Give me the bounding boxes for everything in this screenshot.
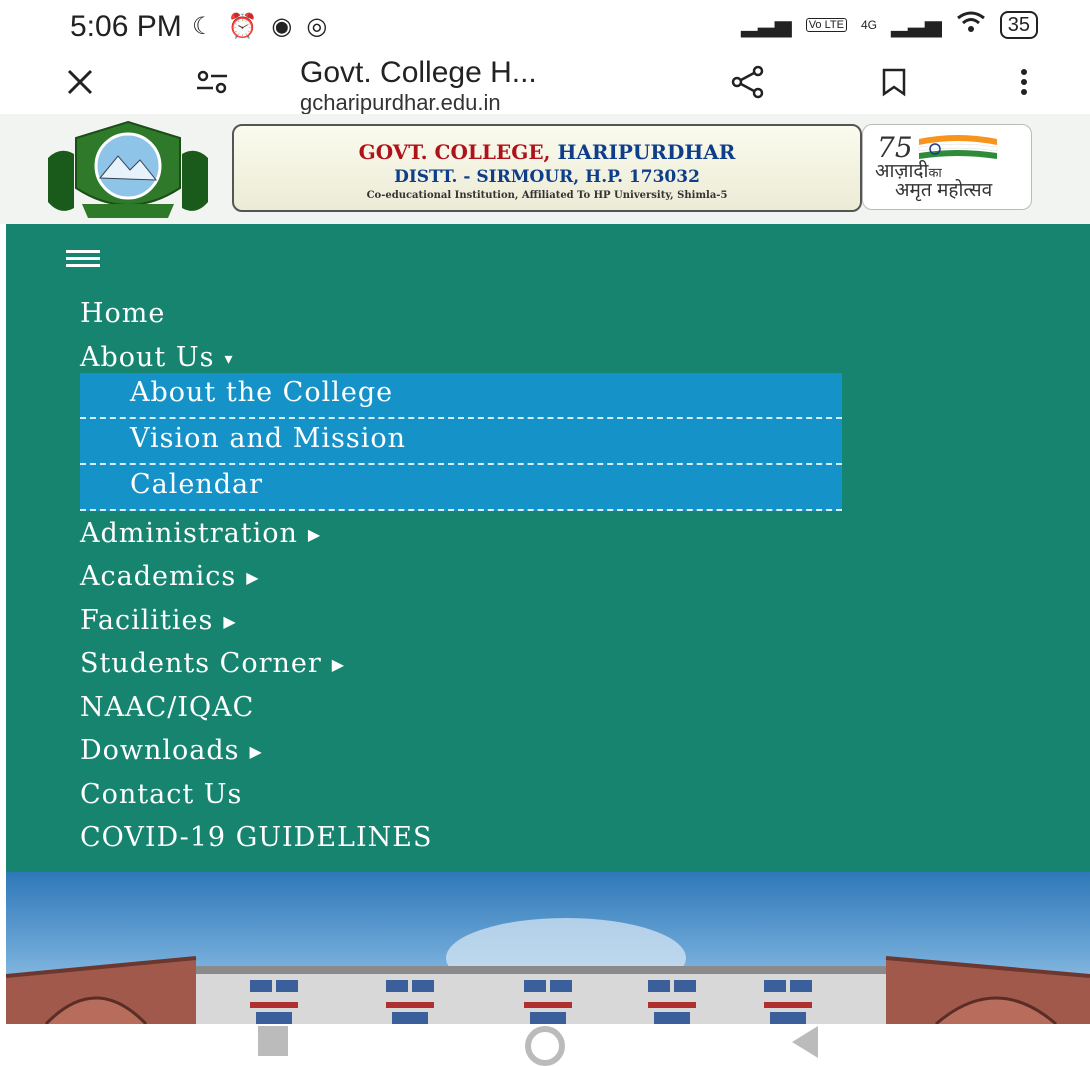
site-header: GOVT. COLLEGE, HARIPURDHAR DISTT. - SIRM…	[0, 114, 1090, 224]
nav-item-label: Facilities	[80, 605, 214, 636]
caret-down-icon: ▾	[224, 349, 234, 368]
caret-right-icon: ▶	[307, 525, 322, 544]
nav-item-covid-19-guidelines[interactable]: COVID-19 GUIDELINES	[80, 822, 432, 853]
nav-item-administration[interactable]: Administration ▶	[80, 518, 321, 549]
nav-item-label: Contact Us	[80, 779, 243, 810]
bookmark-icon[interactable]	[868, 56, 920, 108]
browser-toolbar: Govt. College H... gcharipurdhar.edu.in	[0, 52, 1090, 116]
android-navigation-bar	[0, 1024, 1090, 1066]
azadi-ka-amrit-mahotsav-logo: 75 आज़ादीका अमृत महोत्सव	[862, 124, 1032, 210]
volte-icon: Vo LTE	[805, 18, 847, 32]
caret-right-icon: ▶	[249, 742, 263, 761]
nav-item-students-corner[interactable]: Students Corner ▶	[80, 648, 345, 679]
notification-icon: ◉	[271, 13, 307, 40]
submenu-item-about-the-college[interactable]: About the College	[80, 373, 842, 419]
nav-item-academics[interactable]: Academics ▶	[80, 561, 260, 592]
signal-icon: ▂▃▅	[740, 12, 792, 37]
college-logo[interactable]	[30, 118, 226, 222]
nav-item-label: Academics	[80, 561, 237, 592]
share-icon[interactable]	[722, 56, 774, 108]
college-district: DISTT. - SIRMOUR, H.P. 173032	[394, 167, 700, 187]
college-affiliation: Co-educational Institution, Affiliated T…	[366, 190, 728, 201]
nav-item-facilities[interactable]: Facilities ▶	[80, 605, 237, 636]
back-button[interactable]	[792, 1026, 818, 1058]
home-button[interactable]	[525, 1026, 565, 1066]
nav-item-label: NAAC/IQAC	[80, 692, 255, 723]
page-title[interactable]: Govt. College H...	[300, 56, 537, 90]
chrome-icon: ◎	[306, 13, 342, 40]
nav-item-downloads[interactable]: Downloads ▶	[80, 735, 263, 766]
nav-item-label: Home	[80, 298, 166, 329]
college-building-photo	[6, 872, 1090, 1024]
alarm-icon: ⏰	[227, 13, 272, 40]
college-name: GOVT. COLLEGE, HARIPURDHAR	[234, 140, 860, 164]
moon-icon: ☾	[192, 13, 228, 40]
submenu-item-vision-and-mission[interactable]: Vision and Mission	[80, 419, 842, 465]
more-icon[interactable]	[998, 56, 1050, 108]
azadi-line-1: आज़ादी	[875, 161, 929, 182]
nav-item-label: About Us	[80, 342, 215, 373]
nav-item-label: Administration	[80, 518, 298, 549]
azadi-number: 75	[877, 131, 913, 163]
network-type: 4G	[860, 18, 877, 32]
hamburger-menu-icon[interactable]	[66, 250, 100, 267]
close-icon[interactable]	[54, 56, 106, 108]
nav-item-label: Students Corner	[80, 648, 322, 679]
caret-right-icon: ▶	[246, 568, 260, 587]
status-time: 5:06 PM	[70, 10, 182, 43]
status-notification-icons: ☾⏰◉◎	[192, 12, 341, 41]
page-url[interactable]: gcharipurdhar.edu.in	[300, 90, 501, 116]
nav-item-contact-us[interactable]: Contact Us	[80, 779, 242, 810]
nav-item-home[interactable]: Home	[80, 298, 165, 329]
college-name-part-2: HARIPURDHAR	[550, 140, 736, 164]
main-nav: Home About Us ▾ About the College Vision …	[6, 224, 1090, 872]
nav-item-naac-iqac[interactable]: NAAC/IQAC	[80, 692, 254, 723]
azadi-line-2: अमृत महोत्सव	[895, 180, 993, 201]
wifi-icon	[956, 10, 986, 40]
status-bar: 5:06 PM ☾⏰◉◎ ▂▃▅ Vo LTE 4G ▂▃▅ 35	[0, 0, 1090, 52]
caret-right-icon: ▶	[331, 655, 346, 674]
nav-item-about-us[interactable]: About Us ▾	[80, 342, 234, 373]
college-name-part-1: GOVT. COLLEGE,	[358, 140, 551, 164]
submenu-item-calendar[interactable]: Calendar	[80, 465, 842, 511]
caret-right-icon: ▶	[223, 612, 237, 631]
site-settings-icon[interactable]	[186, 56, 238, 108]
nav-item-label: Downloads	[80, 735, 240, 766]
battery-icon: 35	[999, 11, 1038, 39]
college-banner: GOVT. COLLEGE, HARIPURDHAR DISTT. - SIRM…	[232, 124, 862, 212]
recent-apps-button[interactable]	[258, 1026, 288, 1056]
about-us-submenu: About the College Vision and Mission Cal…	[80, 373, 842, 511]
signal-icon-2: ▂▃▅	[890, 12, 942, 37]
azadi-ka: का	[928, 165, 942, 180]
nav-item-label: COVID-19 GUIDELINES	[80, 822, 433, 853]
